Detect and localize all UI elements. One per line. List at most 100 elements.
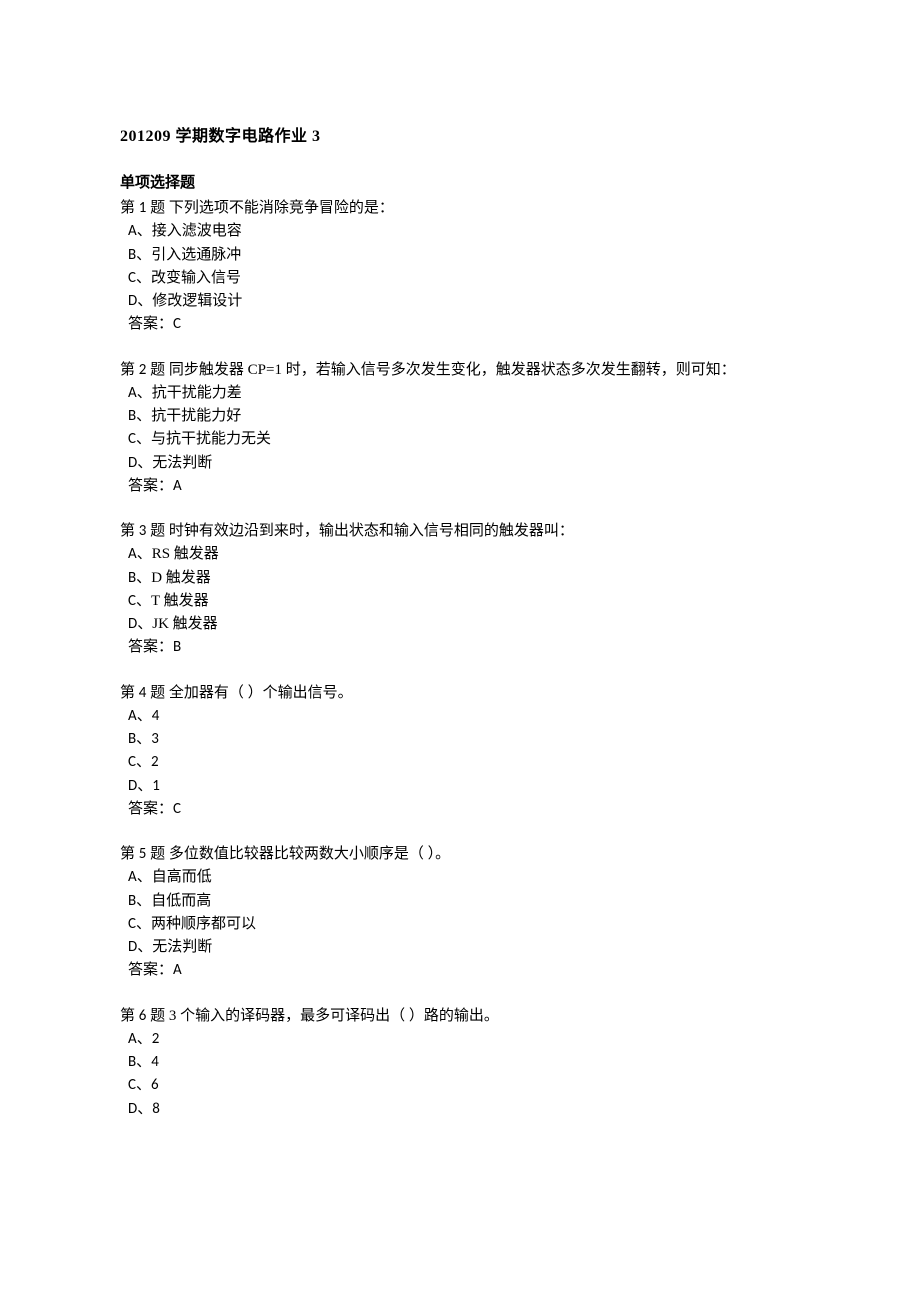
option-text: 4	[151, 1053, 159, 1071]
answer-value: B	[173, 638, 181, 656]
option-text: 2	[151, 753, 159, 771]
option: B、自低而高	[120, 890, 800, 913]
answer-line: 答案：A	[120, 475, 800, 498]
question-stem: 第 4 题 全加器有（ ）个输出信号。	[120, 682, 800, 705]
q-prefix: 第	[120, 685, 139, 701]
option-sep: 、	[136, 593, 151, 609]
option: C、T 触发器	[120, 590, 800, 613]
question-stem: 第 5 题 多位数值比较器比较两数大小顺序是（ ）。	[120, 843, 800, 866]
option: D、1	[120, 775, 800, 798]
section-heading: 单项选择题	[120, 172, 800, 195]
option-text: 3	[151, 730, 159, 748]
option-text: D 触发器	[151, 570, 211, 586]
option-letter: D	[128, 454, 137, 472]
option-text: 抗干扰能力好	[151, 408, 241, 424]
option-letter: A	[128, 707, 137, 725]
question-block: 第 5 题 多位数值比较器比较两数大小顺序是（ ）。 A、自高而低 B、自低而高…	[120, 843, 800, 983]
option-letter: A	[128, 868, 137, 886]
question-block: 第 6 题 3 个输入的译码器，最多可译码出（ ）路的输出。 A、2 B、4 C…	[120, 1005, 800, 1121]
q-prefix: 第	[120, 362, 139, 378]
option: C、2	[120, 751, 800, 774]
option-sep: 、	[137, 616, 152, 632]
option-text: 接入滤波电容	[152, 223, 242, 239]
option: A、4	[120, 705, 800, 728]
option-text: 与抗干扰能力无关	[151, 431, 271, 447]
question-block: 第 2 题 同步触发器 CP=1 时，若输入信号多次发生变化，触发器状态多次发生…	[120, 359, 800, 499]
question-block: 第 3 题 时钟有效边沿到来时，输出状态和输入信号相同的触发器叫： A、RS 触…	[120, 520, 800, 660]
option-sep: 、	[137, 455, 152, 471]
option-letter: B	[128, 569, 136, 587]
option: D、JK 触发器	[120, 613, 800, 636]
option-sep: 、	[137, 939, 152, 955]
answer-label: 答案：	[128, 962, 173, 978]
option-sep: 、	[137, 1031, 152, 1047]
option-letter: D	[128, 292, 137, 310]
answer-value: C	[173, 800, 181, 818]
option-letter: C	[128, 915, 136, 933]
option-sep: 、	[136, 731, 151, 747]
option-sep: 、	[136, 570, 151, 586]
option-text: 自高而低	[152, 869, 212, 885]
option-sep: 、	[137, 1101, 152, 1117]
option-text: JK 触发器	[152, 616, 217, 632]
option-sep: 、	[137, 385, 152, 401]
option-text: 修改逻辑设计	[152, 293, 242, 309]
option: A、自高而低	[120, 866, 800, 889]
option: B、4	[120, 1051, 800, 1074]
answer-line: 答案：C	[120, 798, 800, 821]
answer-label: 答案：	[128, 316, 173, 332]
option-sep: 、	[136, 916, 151, 932]
option: C、与抗干扰能力无关	[120, 428, 800, 451]
option-letter: D	[128, 615, 137, 633]
q-prefix: 第	[120, 523, 139, 539]
question-stem: 第 3 题 时钟有效边沿到来时，输出状态和输入信号相同的触发器叫：	[120, 520, 800, 543]
question-stem: 第 2 题 同步触发器 CP=1 时，若输入信号多次发生变化，触发器状态多次发生…	[120, 359, 800, 382]
option: A、2	[120, 1028, 800, 1051]
option-text: 抗干扰能力差	[152, 385, 242, 401]
option-letter: C	[128, 753, 136, 771]
option-sep: 、	[136, 893, 151, 909]
option-letter: C	[128, 1076, 136, 1094]
option-letter: D	[128, 777, 137, 795]
option-letter: C	[128, 592, 136, 610]
option: C、6	[120, 1074, 800, 1097]
option-text: 改变输入信号	[151, 270, 241, 286]
option-sep: 、	[136, 431, 151, 447]
answer-label: 答案：	[128, 801, 173, 817]
option: C、改变输入信号	[120, 267, 800, 290]
option-sep: 、	[137, 708, 152, 724]
option-text: 8	[152, 1100, 160, 1118]
option-text: 引入选通脉冲	[151, 247, 241, 263]
q-text: 3 个输入的译码器，最多可译码出（ ）路的输出。	[169, 1008, 499, 1024]
option-letter: B	[128, 246, 136, 264]
q-suffix: 题	[146, 846, 169, 862]
option-text: 4	[152, 707, 160, 725]
option: A、RS 触发器	[120, 543, 800, 566]
option-letter: B	[128, 407, 136, 425]
option-sep: 、	[137, 223, 152, 239]
page-title: 201209 学期数字电路作业 3	[120, 125, 800, 150]
q-text: 全加器有（ ）个输出信号。	[169, 685, 353, 701]
option-sep: 、	[137, 869, 152, 885]
option: A、抗干扰能力差	[120, 382, 800, 405]
option-letter: D	[128, 1100, 137, 1118]
option: D、无法判断	[120, 452, 800, 475]
option-letter: A	[128, 1030, 137, 1048]
answer-value: A	[173, 961, 182, 979]
option-text: 6	[151, 1076, 159, 1094]
q-text: 多位数值比较器比较两数大小顺序是（ ）。	[169, 846, 450, 862]
question-stem: 第 6 题 3 个输入的译码器，最多可译码出（ ）路的输出。	[120, 1005, 800, 1028]
q-text: 同步触发器 CP=1 时，若输入信号多次发生变化，触发器状态多次发生翻转，则可知…	[169, 362, 736, 378]
option: D、修改逻辑设计	[120, 290, 800, 313]
option: A、接入滤波电容	[120, 220, 800, 243]
option-sep: 、	[136, 1054, 151, 1070]
option-text: 无法判断	[152, 455, 212, 471]
q-text: 时钟有效边沿到来时，输出状态和输入信号相同的触发器叫：	[169, 523, 574, 539]
q-prefix: 第	[120, 846, 139, 862]
option-sep: 、	[137, 778, 152, 794]
option-sep: 、	[136, 270, 151, 286]
q-text: 下列选项不能消除竞争冒险的是：	[169, 200, 394, 216]
answer-line: 答案：A	[120, 959, 800, 982]
option-text: 两种顺序都可以	[151, 916, 256, 932]
question-block: 第 1 题 下列选项不能消除竞争冒险的是： A、接入滤波电容 B、引入选通脉冲 …	[120, 197, 800, 337]
